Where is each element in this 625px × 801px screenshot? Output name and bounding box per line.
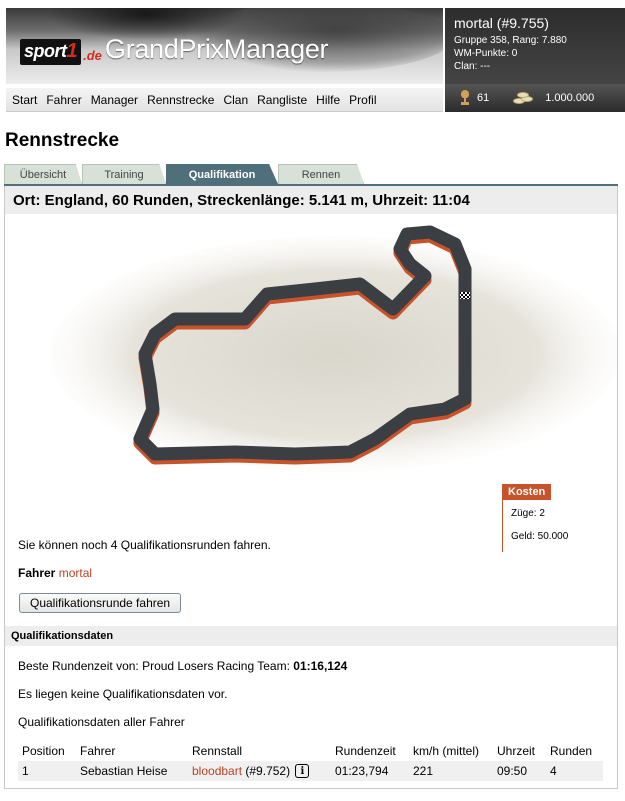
info-icon[interactable]: i — [295, 764, 310, 779]
cups-count: 61 — [477, 92, 490, 104]
start-finish-flag-icon — [460, 292, 470, 299]
quali-data-header: Qualifikationsdaten — [5, 626, 617, 646]
nav-start[interactable]: Start — [12, 93, 37, 107]
no-data-text: Es liegen keine Qualifikationsdaten vor. — [18, 687, 228, 701]
run-quali-button[interactable]: Qualifikationsrunde fahren — [19, 593, 182, 613]
quali-remaining-text: Sie können noch 4 Qualifikationsrunden f… — [18, 538, 271, 552]
nav-rennstrecke[interactable]: Rennstrecke — [147, 93, 214, 107]
cell-speed: 221 — [413, 764, 434, 778]
col-position: Position — [22, 744, 65, 758]
costs-moves: Züge: 2 — [511, 508, 545, 519]
driver-name-link[interactable]: mortal — [59, 566, 92, 580]
costs-title: Kosten — [503, 484, 551, 500]
tab-qualifikation[interactable]: Qualifikation — [166, 164, 278, 184]
logo-title: GrandPrixManager — [104, 34, 329, 64]
user-wm-points: WM-Punkte: 0 — [454, 48, 518, 59]
tab-uebersicht[interactable]: Übersicht — [4, 164, 82, 184]
cell-lap-time: 01:23,794 — [335, 764, 389, 778]
costs-box: Kosten Züge: 2 Geld: 50.000 — [502, 484, 569, 552]
logo[interactable]: sport1 .de GrandPrixManager — [20, 34, 329, 65]
col-driver: Fahrer — [80, 744, 116, 758]
user-name[interactable]: mortal (#9.755) — [454, 15, 625, 31]
best-lap-time: 01:16,124 — [293, 659, 348, 673]
page-title: Rennstrecke — [5, 130, 120, 151]
table-header: Position Fahrer Rennstall Rundenzeit km/… — [18, 741, 603, 761]
track-map-svg — [50, 225, 620, 472]
col-time: Uhrzeit — [497, 744, 536, 758]
cell-position: 1 — [22, 764, 29, 778]
nav-clan[interactable]: Clan — [223, 93, 248, 107]
team-id: (#9.752) — [245, 763, 291, 778]
cell-driver: Sebastian Heise — [80, 764, 168, 778]
cell-laps: 4 — [550, 764, 557, 778]
user-stats: 61 1.000.000 — [445, 84, 625, 112]
coins-icon — [513, 90, 535, 106]
team-link[interactable]: bloodbart — [192, 764, 242, 778]
nav-profil[interactable]: Profil — [349, 93, 376, 107]
content-panel: Ort: England, 60 Runden, Streckenlänge: … — [4, 186, 620, 789]
nav-rangliste[interactable]: Rangliste — [257, 93, 307, 107]
best-lap-prefix: Beste Rundenzeit von: Proud Losers Racin… — [18, 659, 294, 673]
tab-training[interactable]: Training — [82, 164, 166, 184]
nav-manager[interactable]: Manager — [91, 93, 138, 107]
main-nav: Start Fahrer Manager Rennstrecke Clan Ra… — [6, 88, 443, 112]
cell-team: bloodbart (#9.752) i — [192, 764, 335, 779]
track-map — [5, 214, 620, 476]
nav-fahrer[interactable]: Fahrer — [46, 93, 81, 107]
all-drivers-heading: Qualifikationsdaten aller Fahrer — [18, 715, 185, 729]
user-group: Gruppe 358, Rang: 7.880 — [454, 35, 567, 46]
location-info: Ort: England, 60 Runden, Streckenlänge: … — [5, 186, 617, 214]
costs-money: Geld: 50.000 — [511, 531, 569, 542]
money-amount: 1.000.000 — [545, 92, 595, 104]
tab-rennen[interactable]: Rennen — [278, 164, 364, 184]
cell-time: 09:50 — [497, 764, 528, 778]
user-box: mortal (#9.755) Gruppe 358, Rang: 7.880 … — [445, 8, 625, 84]
user-clan: Clan: --- — [454, 61, 491, 72]
best-lap-text: Beste Rundenzeit von: Proud Losers Racin… — [18, 659, 347, 673]
col-team: Rennstall — [192, 744, 243, 758]
header: sport1 .de GrandPrixManager mortal (#9.7… — [0, 0, 625, 112]
logo-domain: .de — [83, 48, 102, 63]
tab-bar: Übersicht Training Qualifikation Rennen — [4, 164, 364, 184]
driver-label: Fahrer — [18, 566, 56, 580]
driver-line: Fahrer mortal — [18, 566, 92, 580]
table-row: 1 Sebastian Heise bloodbart (#9.752) i 0… — [18, 761, 603, 781]
banner: sport1 .de GrandPrixManager — [6, 8, 443, 84]
logo-sport: sport1 — [20, 39, 82, 65]
nav-hilfe[interactable]: Hilfe — [316, 93, 340, 107]
col-laps: Runden — [550, 744, 593, 758]
col-speed: km/h (mittel) — [413, 744, 479, 758]
quali-table: Position Fahrer Rennstall Rundenzeit km/… — [18, 741, 603, 781]
cup-icon — [459, 90, 471, 106]
col-lap-time: Rundenzeit — [335, 744, 396, 758]
